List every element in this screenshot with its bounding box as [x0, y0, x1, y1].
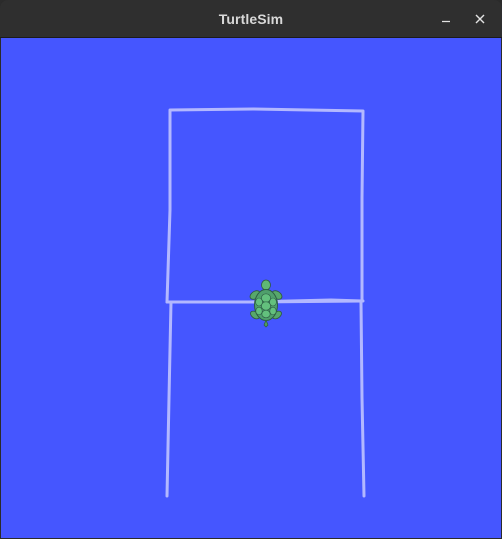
turtle-scene: [1, 38, 501, 538]
minimize-button[interactable]: [434, 7, 458, 31]
minimize-icon: [442, 20, 450, 23]
window-controls: [434, 7, 492, 31]
canvas-background: [1, 38, 501, 538]
close-button[interactable]: [468, 7, 492, 31]
window-title: TurtleSim: [218, 10, 284, 27]
title-bar[interactable]: TurtleSim: [0, 0, 502, 38]
close-icon: [475, 14, 485, 24]
turtlesim-window: TurtleSim: [0, 0, 502, 539]
turtle-canvas: [1, 38, 501, 538]
